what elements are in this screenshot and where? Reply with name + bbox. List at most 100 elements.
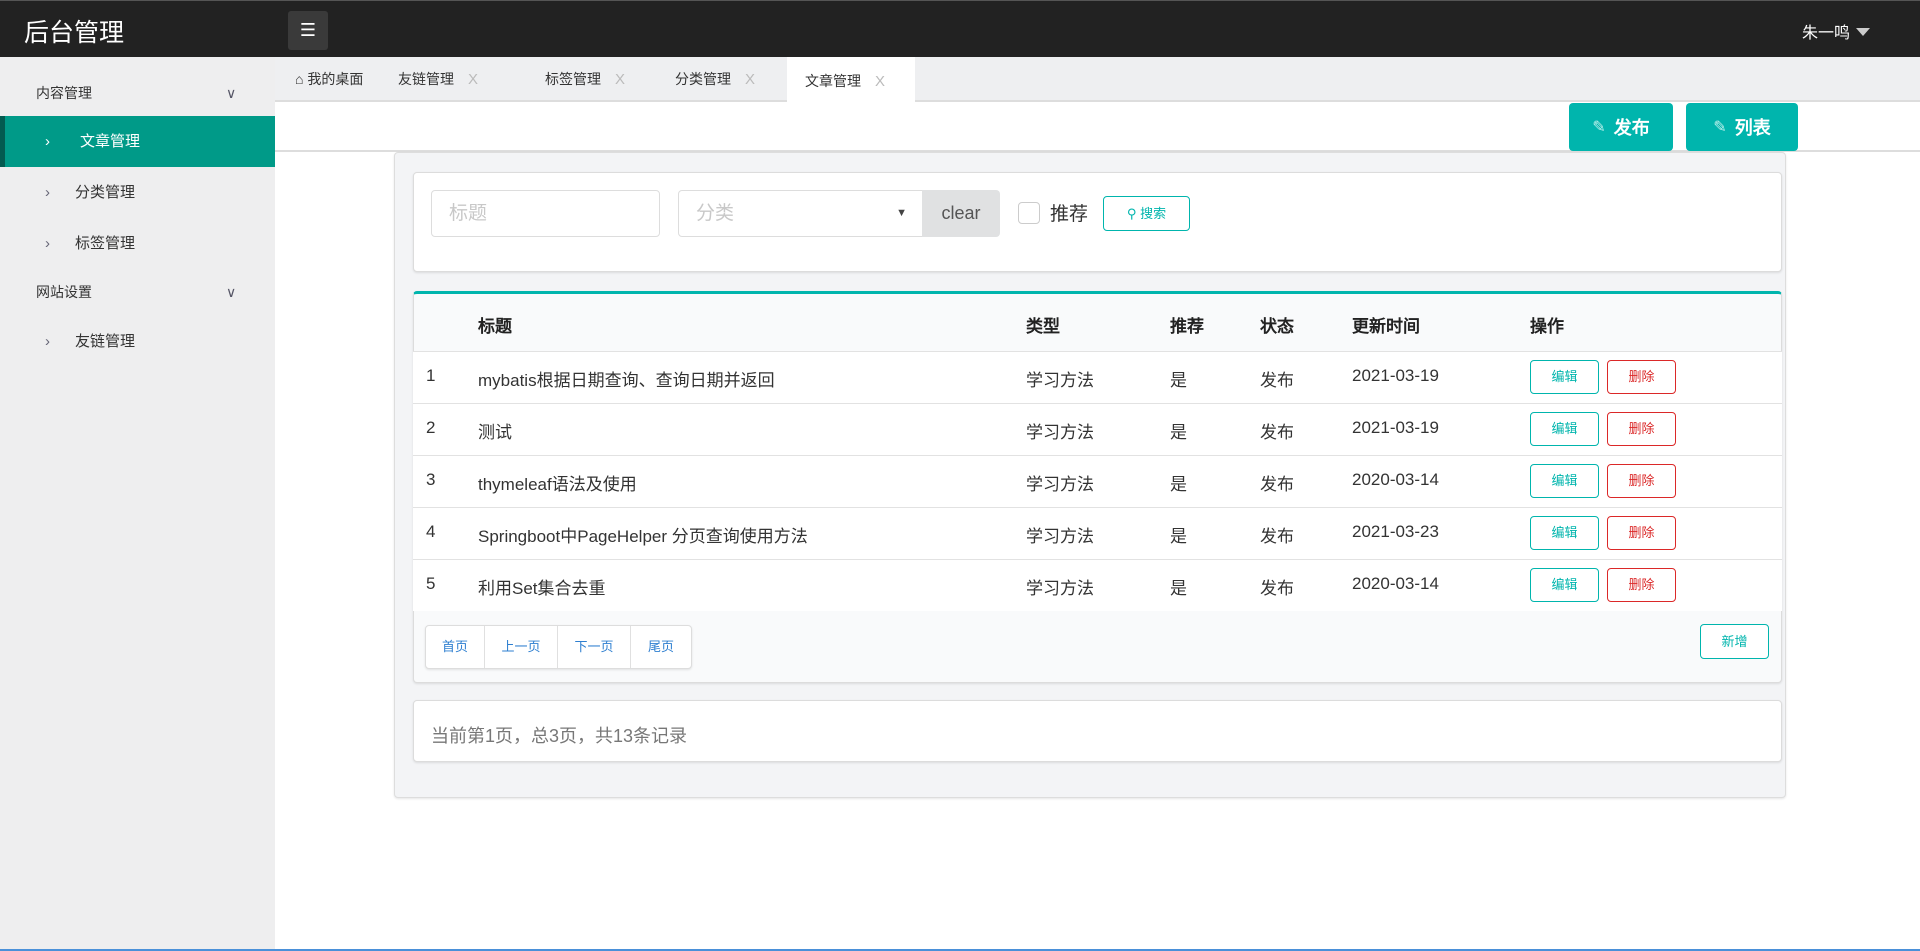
cell-status: 发布: [1260, 371, 1294, 390]
cell-title: 测试: [478, 423, 512, 442]
column-header-actions: 操作: [1530, 317, 1564, 336]
add-button[interactable]: 新增: [1700, 624, 1769, 659]
search-button[interactable]: ⚲ 搜索: [1103, 196, 1190, 231]
tab-articles[interactable]: 文章管理 X: [787, 57, 915, 104]
cell-title: 利用Set集合去重: [478, 579, 606, 598]
first-page-button[interactable]: 首页: [426, 626, 485, 668]
delete-button[interactable]: 删除: [1607, 516, 1676, 550]
cell-no: 3: [426, 470, 436, 489]
sidebar-group-site[interactable]: 网站设置 ∨: [0, 270, 275, 314]
tab-label: 友链管理: [398, 71, 454, 87]
tab-label: 标签管理: [545, 71, 601, 87]
clear-button[interactable]: clear: [922, 190, 1000, 237]
cell-status: 发布: [1260, 423, 1294, 442]
tab-label: 分类管理: [675, 71, 731, 87]
publish-button[interactable]: ✎ 发布: [1569, 103, 1673, 151]
cell-status: 发布: [1260, 527, 1294, 546]
tab-bar: ⌂ 我的桌面 友链管理 X 标签管理 X 分类管理 X 文章管理 X: [275, 57, 1920, 104]
item-label: 文章管理: [80, 133, 141, 150]
category-select[interactable]: 分类 ▼: [678, 190, 924, 237]
cell-no: 5: [426, 574, 436, 593]
cell-updated: 2020-03-14: [1352, 574, 1439, 593]
delete-button[interactable]: 删除: [1607, 412, 1676, 446]
button-label: 搜索: [1140, 206, 1167, 221]
tab-links[interactable]: 友链管理 X: [398, 57, 478, 102]
chevron-right-icon: ›: [45, 133, 50, 150]
tab-categories[interactable]: 分类管理 X: [675, 57, 755, 102]
top-header: 后台管理 ☰ 朱一鸣: [0, 0, 1920, 57]
close-icon[interactable]: X: [615, 71, 625, 88]
table-row: 5 利用Set集合去重 学习方法 是 发布 2020-03-14 编辑 删除: [413, 559, 1782, 611]
cell-recommend: 是: [1170, 579, 1187, 598]
cell-recommend: 是: [1170, 371, 1187, 390]
pencil-icon: ✎: [1713, 119, 1727, 136]
cell-title: Springboot中PageHelper 分页查询使用方法: [478, 527, 808, 546]
recommend-checkbox[interactable]: [1018, 202, 1040, 224]
search-icon: ⚲: [1126, 206, 1141, 221]
list-icon: ☰: [299, 20, 317, 40]
table-row: 4 Springboot中PageHelper 分页查询使用方法 学习方法 是 发布 20…: [413, 507, 1782, 559]
edit-button[interactable]: 编辑: [1530, 412, 1599, 446]
cell-recommend: 是: [1170, 475, 1187, 494]
cell-updated: 2021-03-19: [1352, 418, 1439, 437]
chevron-down-icon: ∨: [226, 284, 237, 300]
pagination-info: 当前第1页，总3页，共13条记录: [431, 726, 688, 746]
sidebar-item-categories[interactable]: › 分类管理: [0, 167, 275, 218]
tab-desktop[interactable]: ⌂ 我的桌面: [295, 57, 363, 102]
cell-no: 1: [426, 366, 436, 385]
chevron-down-icon: ∨: [226, 85, 237, 101]
sidebar-item-articles[interactable]: › 文章管理: [0, 116, 275, 167]
item-label: 标签管理: [75, 235, 136, 252]
home-icon: ⌂: [295, 71, 308, 87]
cell-title: thymeleaf语法及使用: [478, 475, 637, 494]
column-header-recommend: 推荐: [1170, 317, 1204, 336]
cell-updated: 2021-03-23: [1352, 522, 1439, 541]
cell-recommend: 是: [1170, 527, 1187, 546]
sidebar-group-content[interactable]: 内容管理 ∨: [0, 71, 275, 115]
cell-type: 学习方法: [1026, 423, 1094, 442]
title-search-input[interactable]: 标题: [431, 190, 660, 237]
cell-recommend: 是: [1170, 423, 1187, 442]
column-header-type: 类型: [1026, 317, 1060, 336]
delete-button[interactable]: 删除: [1607, 464, 1676, 498]
select-placeholder: 分类: [696, 203, 735, 224]
delete-button[interactable]: 删除: [1607, 568, 1676, 602]
sidebar-item-tags[interactable]: › 标签管理: [0, 218, 275, 269]
cell-type: 学习方法: [1026, 527, 1094, 546]
cell-no: 4: [426, 522, 436, 541]
cell-type: 学习方法: [1026, 475, 1094, 494]
cell-type: 学习方法: [1026, 371, 1094, 390]
tab-label: 文章管理: [805, 73, 861, 89]
table-row: 1 mybatis根据日期查询、查询日期并返回 学习方法 是 发布 2021-03-19 编…: [413, 351, 1782, 403]
edit-button[interactable]: 编辑: [1530, 464, 1599, 498]
edit-button[interactable]: 编辑: [1530, 360, 1599, 394]
edit-button[interactable]: 编辑: [1530, 568, 1599, 602]
list-button[interactable]: ✎ 列表: [1686, 103, 1798, 151]
close-icon[interactable]: X: [875, 73, 885, 90]
last-page-button[interactable]: 尾页: [631, 626, 691, 668]
close-icon[interactable]: X: [745, 71, 755, 88]
item-label: 分类管理: [75, 184, 136, 201]
group-label: 网站设置: [36, 284, 92, 300]
column-header-updated: 更新时间: [1352, 317, 1420, 336]
tab-label: 我的桌面: [307, 71, 364, 87]
next-page-button[interactable]: 下一页: [558, 626, 631, 668]
button-label: 发布: [1613, 118, 1650, 138]
close-icon[interactable]: X: [468, 71, 478, 88]
menu-toggle-button[interactable]: ☰: [288, 11, 328, 50]
prev-page-button[interactable]: 上一页: [485, 626, 558, 668]
item-label: 友链管理: [75, 333, 136, 350]
delete-button[interactable]: 删除: [1607, 360, 1676, 394]
sidebar-item-links[interactable]: › 友链管理: [0, 316, 275, 367]
group-label: 内容管理: [36, 85, 92, 101]
tab-tags[interactable]: 标签管理 X: [545, 57, 625, 102]
app-logo: 后台管理: [24, 19, 125, 47]
pencil-icon: ✎: [1592, 119, 1606, 136]
column-header-title: 标题: [478, 317, 512, 336]
user-menu[interactable]: 朱一鸣: [1802, 19, 1870, 43]
caret-down-icon: [1856, 28, 1870, 36]
edit-button[interactable]: 编辑: [1530, 516, 1599, 550]
caret-down-icon: ▼: [896, 207, 907, 219]
chevron-right-icon: ›: [45, 333, 50, 350]
cell-type: 学习方法: [1026, 579, 1094, 598]
